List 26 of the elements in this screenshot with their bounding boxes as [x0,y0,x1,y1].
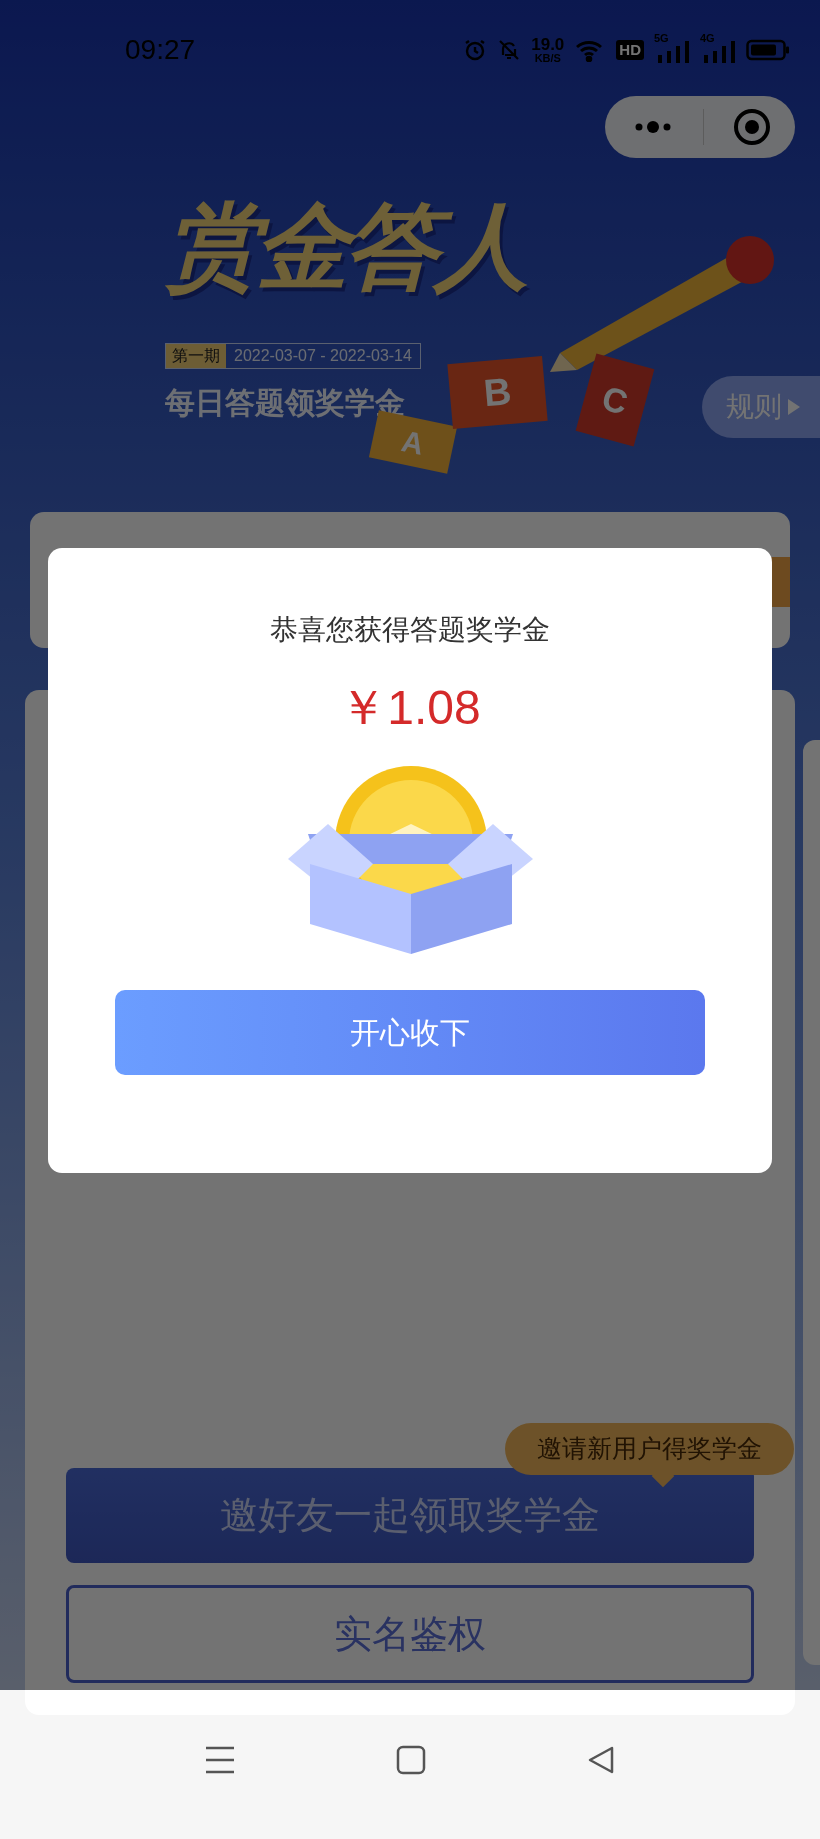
network-type: 5G [654,33,669,44]
home-square-icon[interactable] [396,1745,426,1775]
invite-tooltip: 邀请新用户得奖学金 [505,1423,794,1475]
reward-amount: ￥1.08 [339,684,481,732]
back-icon[interactable] [586,1745,616,1775]
confirm-button[interactable]: 开心收下 [115,990,705,1075]
menu-icon[interactable] [204,1745,236,1775]
network-type: 4G [700,33,715,44]
banner-title: 赏金答人 [165,200,525,294]
answer-card-c: C [575,353,655,447]
signal-icon [658,41,690,63]
play-triangle-icon [788,399,800,415]
answer-card-b: B [447,356,548,429]
network-speed: 19.0 [531,36,565,53]
status-time: 09:27 [125,33,197,67]
close-target-icon[interactable] [733,108,771,146]
verify-identity-button[interactable]: 实名鉴权 [66,1585,754,1683]
dialog-title: 恭喜您获得答题奖学金 [270,616,550,644]
hd-badge: HD [616,40,644,60]
more-icon[interactable] [633,120,673,134]
network-speed-unit: KB/S [534,53,561,64]
invite-friends-button[interactable]: 邀好友一起领取奖学金 [66,1468,754,1563]
period-label: 第一期 [166,344,226,368]
signal-icon [704,41,736,63]
date-range: 2022-03-07 - 2022-03-14 [233,346,413,366]
battery-icon [746,39,790,61]
